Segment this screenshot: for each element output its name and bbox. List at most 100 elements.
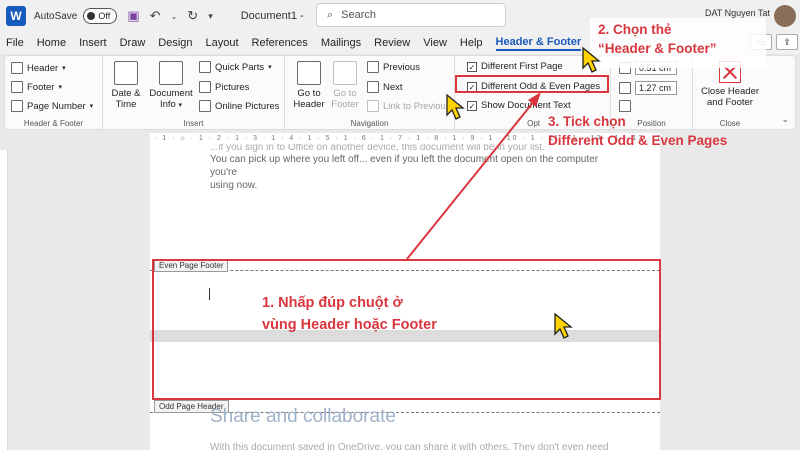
pictures-button[interactable]: Pictures [199, 81, 249, 93]
ribbon-collapse-icon[interactable]: ⌄ [781, 114, 789, 125]
autosave-toggle[interactable]: Off [83, 8, 118, 24]
annotation-step-2-line-1: 2. Chọn thẻ [598, 22, 672, 37]
tab-view[interactable]: View [423, 37, 447, 49]
body-text-bottom: With this document saved in OneDrive, yo… [210, 442, 609, 450]
chevron-down-icon: ▾ [178, 102, 182, 109]
toggle-knob-icon [87, 12, 96, 20]
tab-design[interactable]: Design [158, 37, 192, 49]
link-to-previous-label: Link to Previous [383, 100, 451, 112]
quick-parts-button[interactable]: Quick Parts ▾ [199, 61, 272, 73]
document-info-icon [159, 61, 183, 85]
quick-access-toolbar: ▣ ↶ ⌄ ↻ ▾ [127, 8, 212, 24]
go-to-footer-label-2: Footer [331, 99, 359, 110]
group-label: Navigation [350, 119, 389, 128]
previous-button[interactable]: Previous [367, 61, 420, 73]
group-navigation: Go to Header Go to Footer Previous Next … [285, 56, 455, 131]
tab-header-footer[interactable]: Header & Footer [495, 36, 582, 51]
checkbox-icon[interactable]: ✓ [467, 61, 477, 72]
link-icon [367, 100, 379, 112]
group-header-footer: Header ▾ Footer ▾ Page Number ▾ Header &… [5, 56, 103, 131]
avatar[interactable] [774, 5, 796, 27]
footer-button[interactable]: Footer ▾ [11, 81, 62, 93]
word-logo-icon: W [6, 6, 26, 26]
tab-layout[interactable]: Layout [206, 37, 239, 49]
quick-parts-label: Quick Parts [215, 61, 265, 73]
document-info-label-1: Document [149, 88, 193, 99]
page-number-label: Page Number [27, 100, 86, 112]
go-to-header-icon [297, 61, 321, 85]
checkbox-icon[interactable]: ✓ [467, 100, 477, 111]
previous-label: Previous [383, 61, 420, 73]
show-document-text-option[interactable]: ✓ Show Document Text [467, 100, 571, 111]
undo-icon[interactable]: ↶ [150, 8, 161, 24]
header-label: Header [27, 62, 59, 74]
undo-dropdown-icon[interactable]: ⌄ [171, 12, 178, 21]
next-button[interactable]: Next [367, 81, 403, 93]
go-to-footer-icon [333, 61, 357, 85]
online-pictures-button[interactable]: Online Pictures [199, 100, 279, 112]
annotation-step-1-line-2: vùng Header hoặc Footer [262, 317, 437, 333]
next-icon [367, 81, 379, 93]
document-heading: Share and collaborate [210, 406, 396, 427]
previous-icon [367, 61, 379, 73]
annotation-step-2-line-2: “Header & Footer” [598, 41, 717, 56]
go-to-footer-label-1: Go to [333, 88, 357, 99]
chevron-down-icon: ▾ [58, 84, 62, 91]
tab-help[interactable]: Help [460, 37, 483, 49]
footer-label: Footer [27, 81, 55, 93]
alignment-tab-button[interactable] [619, 100, 631, 112]
pictures-icon [199, 81, 211, 93]
annotation-step-3: 3. Tick chọn Different Odd & Even Pages [548, 112, 727, 150]
redo-icon[interactable]: ↻ [187, 8, 198, 24]
chevron-down-icon: ▾ [89, 103, 94, 110]
search-box[interactable]: ⌕ Search [316, 3, 506, 27]
vertical-ruler [0, 150, 8, 450]
header-button[interactable]: Header ▾ [11, 62, 66, 74]
tab-mailings[interactable]: Mailings [321, 37, 361, 49]
mouse-cursor-icon [446, 93, 465, 120]
share-icon[interactable]: ⇪ [776, 34, 798, 50]
quick-parts-icon [199, 61, 211, 73]
autosave-state: Off [98, 11, 111, 21]
group-label: Header & Footer [23, 119, 84, 128]
go-to-header-button[interactable]: Go to Header [293, 61, 325, 110]
tab-home[interactable]: Home [37, 37, 66, 49]
user-name: DAT Nguyen Tat [704, 8, 770, 18]
document-info-label-2: Info ▾ [159, 99, 182, 110]
calendar-icon [114, 61, 138, 85]
go-to-footer-button[interactable]: Go to Footer [329, 61, 361, 110]
date-time-button[interactable]: Date & Time [109, 61, 143, 110]
customize-qat-icon[interactable]: ▾ [208, 11, 213, 22]
online-pictures-label: Online Pictures [215, 100, 280, 112]
tab-file[interactable]: File [6, 37, 24, 49]
show-document-text-label: Show Document Text [481, 100, 571, 111]
footer-distance-field[interactable]: 1.27 cm [619, 81, 677, 95]
go-to-header-label-1: Go to [297, 88, 321, 99]
close-header-footer-label-2: and Footer [707, 97, 753, 108]
tab-draw[interactable]: Draw [120, 37, 146, 49]
mouse-cursor-icon [582, 46, 601, 73]
go-to-header-label-2: Header [293, 99, 325, 110]
different-first-page-option[interactable]: ✓ Different First Page [467, 61, 563, 72]
date-time-label-1: Date & [111, 88, 141, 99]
page-number-button[interactable]: Page Number ▾ [11, 100, 93, 112]
tab-review[interactable]: Review [374, 37, 410, 49]
odd-even-highlight [455, 75, 609, 93]
date-time-label-2: Time [115, 99, 137, 110]
tab-references[interactable]: References [252, 37, 308, 49]
tab-insert[interactable]: Insert [79, 37, 107, 49]
page-number-icon [11, 100, 23, 112]
close-header-footer-label-1: Close Header [700, 86, 760, 97]
footer-distance-value[interactable]: 1.27 cm [635, 81, 677, 95]
group-insert: Date & Time Document Info ▾ Quick Parts … [103, 56, 285, 131]
autosave-label: AutoSave [34, 10, 78, 22]
body-text-line: using now. [210, 180, 258, 191]
document-info-button[interactable]: Document Info ▾ [147, 61, 195, 111]
footer-distance-icon [619, 82, 631, 94]
chevron-down-icon: ▾ [268, 64, 272, 71]
close-header-footer-button[interactable]: Close Header and Footer [695, 61, 765, 108]
save-icon[interactable]: ▣ [127, 8, 139, 24]
alignment-tab-icon [619, 100, 631, 112]
link-to-previous-button[interactable]: Link to Previous [367, 100, 451, 112]
chevron-down-icon: ▾ [62, 65, 66, 72]
